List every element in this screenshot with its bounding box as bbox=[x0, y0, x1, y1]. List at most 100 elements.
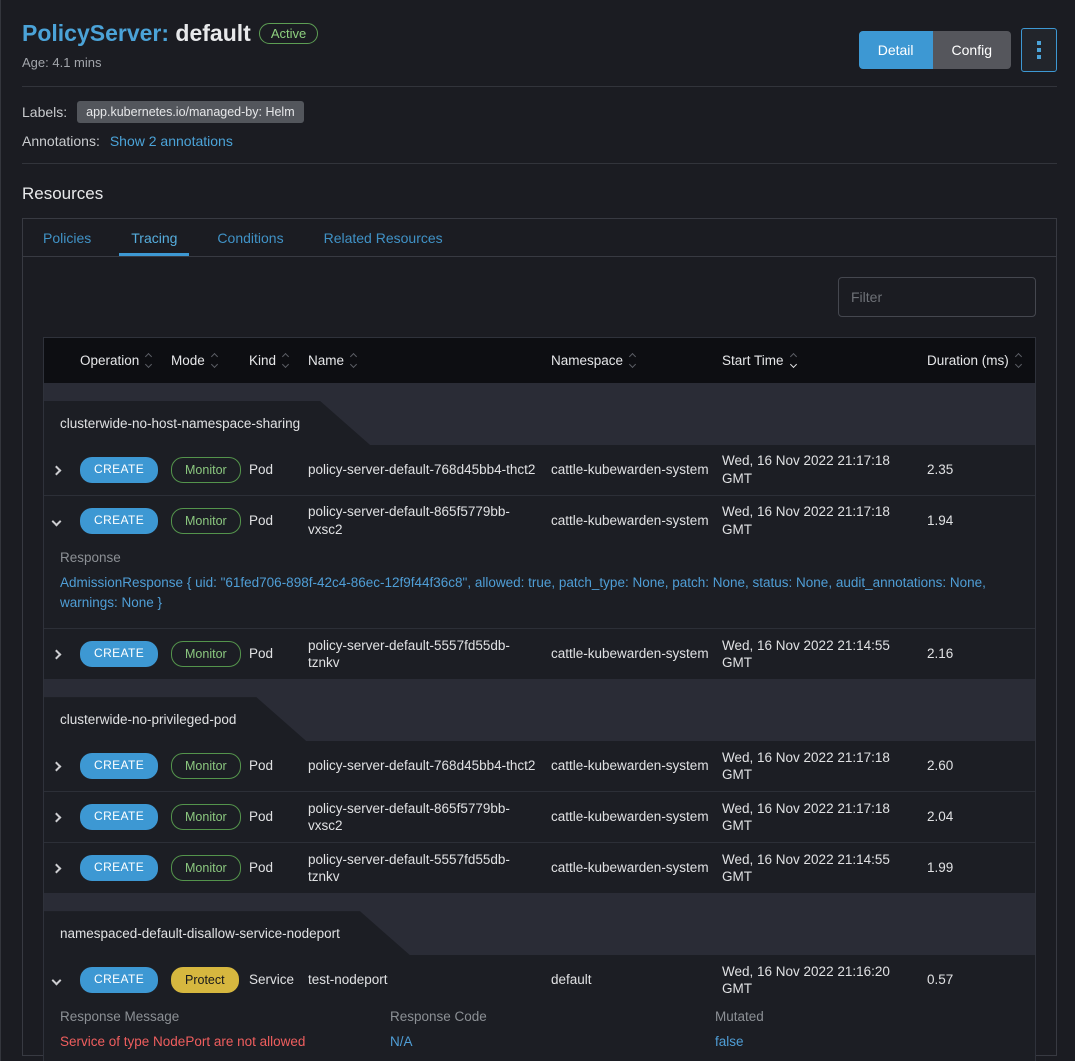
chevron-icon bbox=[51, 649, 61, 659]
column-header[interactable]: Operation bbox=[80, 353, 171, 368]
expand-toggle[interactable] bbox=[44, 814, 80, 821]
tab-tracing[interactable]: Tracing bbox=[111, 219, 197, 256]
show-annotations-link[interactable]: Show 2 annotations bbox=[110, 133, 233, 149]
kind-cell: Pod bbox=[249, 461, 308, 479]
trace-row: CREATE Monitor Pod policy-server-default… bbox=[44, 741, 1035, 791]
resources-panel: Policies Tracing Conditions Related Reso… bbox=[22, 218, 1057, 1056]
mode-cell: Monitor bbox=[171, 753, 249, 779]
mode-badge: Protect bbox=[171, 967, 239, 993]
tab-label: Tracing bbox=[131, 230, 177, 246]
operation-cell: CREATE bbox=[80, 804, 171, 830]
title-line: PolicyServer: default Active bbox=[22, 20, 318, 47]
operation-badge: CREATE bbox=[80, 508, 158, 534]
operation-cell: CREATE bbox=[80, 753, 171, 779]
group-header: clusterwide-no-privileged-pod bbox=[44, 679, 1035, 741]
kebab-icon bbox=[1037, 48, 1041, 52]
expand-toggle[interactable] bbox=[44, 518, 80, 525]
sort-down-icon bbox=[1015, 361, 1022, 368]
start-time-cell: Wed, 16 Nov 2022 21:14:55 GMT bbox=[722, 851, 927, 886]
config-button[interactable]: Config bbox=[933, 31, 1011, 69]
expand-toggle[interactable] bbox=[44, 977, 80, 984]
tabstrip: Policies Tracing Conditions Related Reso… bbox=[23, 219, 1056, 257]
duration-cell: 2.60 bbox=[927, 757, 1035, 775]
expand-toggle[interactable] bbox=[44, 865, 80, 872]
column-header[interactable]: Kind bbox=[249, 353, 308, 368]
kind-cell: Pod bbox=[249, 757, 308, 775]
tracing-table: Operation Mode Kind Name Namespace Start… bbox=[43, 337, 1036, 1061]
table-row: CREATE Monitor Pod policy-server-default… bbox=[44, 495, 1035, 628]
table-group: namespaced-default-disallow-service-node… bbox=[44, 893, 1035, 1061]
resource-kind: PolicyServer: bbox=[22, 20, 169, 46]
sort-down-icon bbox=[145, 361, 152, 368]
operation-cell: CREATE bbox=[80, 508, 171, 534]
duration-cell: 1.99 bbox=[927, 859, 1035, 877]
group-rows: CREATE Protect Service test-nodeport def… bbox=[44, 955, 1035, 1061]
duration-cell: 0.57 bbox=[927, 971, 1035, 989]
column-header[interactable]: Duration (ms) bbox=[927, 353, 1035, 368]
labels-label: Labels: bbox=[22, 104, 67, 120]
expand-toggle[interactable] bbox=[44, 651, 80, 658]
table-group: clusterwide-no-privileged-pod CREATE Mon… bbox=[44, 679, 1035, 893]
kind-cell: Pod bbox=[249, 512, 308, 530]
namespace-cell: cattle-kubewarden-system bbox=[551, 757, 722, 775]
column-header[interactable]: Name bbox=[308, 353, 551, 368]
mode-badge: Monitor bbox=[171, 753, 241, 779]
operation-badge: CREATE bbox=[80, 855, 158, 881]
sort-up-icon bbox=[145, 353, 152, 360]
sort-icon bbox=[1016, 354, 1021, 367]
column-header-label: Duration (ms) bbox=[927, 353, 1009, 368]
expand-toggle[interactable] bbox=[44, 763, 80, 770]
start-time-cell: Wed, 16 Nov 2022 21:17:18 GMT bbox=[722, 749, 927, 784]
mode-cell: Monitor bbox=[171, 508, 249, 534]
group-tab: namespaced-default-disallow-service-node… bbox=[44, 911, 410, 955]
chevron-icon bbox=[51, 975, 61, 985]
detail-field: Response AdmissionResponse { uid: "61fed… bbox=[60, 550, 1035, 612]
mode-cell: Protect bbox=[171, 967, 249, 993]
table-row: CREATE Monitor Pod policy-server-default… bbox=[44, 741, 1035, 791]
detail-button[interactable]: Detail bbox=[859, 31, 933, 69]
filter-input[interactable] bbox=[838, 277, 1036, 317]
column-header[interactable]: Mode bbox=[171, 353, 249, 368]
duration-cell: 2.35 bbox=[927, 461, 1035, 479]
status-badge: Active bbox=[259, 23, 318, 44]
column-header[interactable]: Start Time bbox=[722, 353, 927, 368]
start-time-cell: Wed, 16 Nov 2022 21:16:20 GMT bbox=[722, 963, 927, 998]
chevron-icon bbox=[51, 812, 61, 822]
tab-conditions[interactable]: Conditions bbox=[197, 219, 303, 256]
sort-up-icon bbox=[1015, 353, 1022, 360]
namespace-cell: cattle-kubewarden-system bbox=[551, 512, 722, 530]
namespace-cell: cattle-kubewarden-system bbox=[551, 808, 722, 826]
sort-down-icon bbox=[282, 361, 289, 368]
row-detail: Response AdmissionResponse { uid: "61fed… bbox=[44, 546, 1035, 628]
kind-cell: Pod bbox=[249, 808, 308, 826]
resource-name: default bbox=[175, 20, 250, 46]
chevron-icon bbox=[51, 516, 61, 526]
table-header: Operation Mode Kind Name Namespace Start… bbox=[44, 338, 1035, 383]
sort-up-icon bbox=[629, 353, 636, 360]
row-detail: Response Message Service of type NodePor… bbox=[44, 1005, 1035, 1061]
table-row: CREATE Monitor Pod policy-server-default… bbox=[44, 628, 1035, 679]
detail-field: Mutated false bbox=[715, 1009, 1035, 1052]
actions-menu-button[interactable] bbox=[1021, 28, 1057, 72]
expand-toggle[interactable] bbox=[44, 467, 80, 474]
mode-cell: Monitor bbox=[171, 855, 249, 881]
column-header-label: Namespace bbox=[551, 353, 623, 368]
tab-related-resources[interactable]: Related Resources bbox=[304, 219, 463, 256]
sort-icon bbox=[351, 354, 356, 367]
label-chip: app.kubernetes.io/managed-by: Helm bbox=[77, 101, 303, 123]
chevron-icon bbox=[51, 761, 61, 771]
group-header: clusterwide-no-host-namespace-sharing bbox=[44, 383, 1035, 445]
start-time-cell: Wed, 16 Nov 2022 21:17:18 GMT bbox=[722, 452, 927, 487]
tab-label: Conditions bbox=[217, 230, 283, 246]
page: PolicyServer: default Active Age: 4.1 mi… bbox=[0, 0, 1075, 1061]
operation-badge: CREATE bbox=[80, 753, 158, 779]
column-header-label: Name bbox=[308, 353, 344, 368]
column-header[interactable]: Namespace bbox=[551, 353, 722, 368]
group-tab-label: namespaced-default-disallow-service-node… bbox=[60, 926, 340, 941]
tab-policies[interactable]: Policies bbox=[23, 219, 111, 256]
column-header-label: Mode bbox=[171, 353, 205, 368]
sort-icon bbox=[791, 354, 796, 367]
mode-badge: Monitor bbox=[171, 804, 241, 830]
kind-cell: Pod bbox=[249, 645, 308, 663]
group-tab-label: clusterwide-no-host-namespace-sharing bbox=[60, 416, 300, 431]
